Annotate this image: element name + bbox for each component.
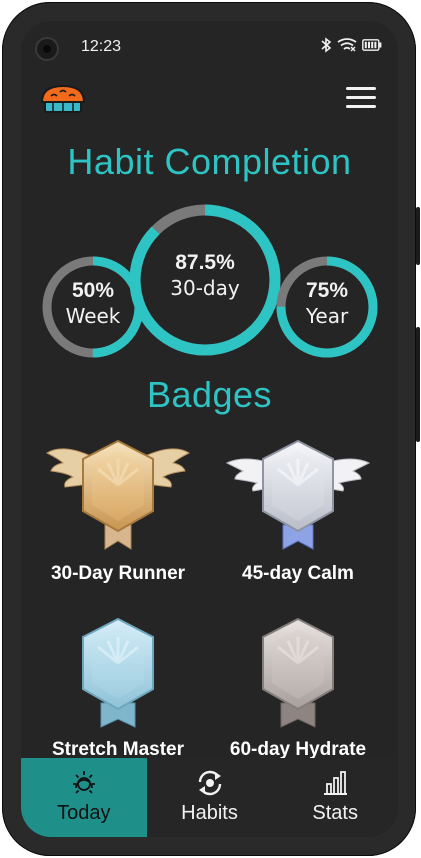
camera-icon	[35, 37, 59, 61]
tab-today[interactable]: Today	[21, 758, 147, 837]
tab-stats-label: Stats	[312, 802, 358, 824]
bar-chart-icon	[324, 771, 348, 795]
ring-year-percent: 75%	[305, 279, 349, 302]
badge-60-day-hydrate[interactable]: 60-day Hydrate	[213, 611, 383, 771]
pie-logo-icon[interactable]	[39, 81, 87, 117]
status-time: 12:23	[81, 38, 122, 55]
sun-icon	[72, 771, 95, 794]
tab-habits[interactable]: Habits	[147, 758, 273, 837]
ring-thirty-day[interactable]: 87.5% 30-day	[129, 203, 281, 357]
bluetooth-icon	[321, 37, 332, 53]
habit-completion-title: Habit Completion	[67, 141, 352, 182]
status-bar: 12:23	[21, 21, 398, 73]
battery-icon	[362, 39, 382, 51]
badge-30-day-runner[interactable]: 30-Day Runner	[33, 433, 203, 593]
hamburger-menu-icon[interactable]	[346, 87, 376, 111]
silver-winged-badge-icon	[225, 439, 371, 550]
tab-habits-label: Habits	[181, 802, 238, 824]
badges-title: Badges	[146, 374, 273, 415]
status-icons	[320, 37, 382, 53]
light-blue-badge-icon	[82, 617, 154, 728]
ring-year-period: Year	[305, 304, 349, 328]
badge-stretch-master[interactable]: Stretch Master	[33, 611, 203, 771]
app-header	[21, 81, 398, 121]
power-button	[416, 327, 420, 442]
tab-stats[interactable]: Stats	[272, 758, 398, 837]
wifi-icon	[337, 38, 357, 52]
badge-45-day-calm[interactable]: 45-day Calm	[213, 433, 383, 593]
habits-cycle-icon	[198, 770, 221, 796]
badge-name: 30-Day Runner	[50, 563, 186, 584]
gold-winged-badge-icon	[45, 439, 191, 550]
bottom-tab-bar: Today Habits Stats	[21, 758, 398, 837]
app-screen: 12:23 Habit Completion 50% Week 87.5% 30…	[21, 21, 398, 837]
gray-badge-icon	[262, 617, 334, 728]
volume-button	[416, 207, 420, 265]
badge-name: 45-day Calm	[242, 563, 354, 584]
ring-year[interactable]: 75% Year	[273, 253, 381, 361]
ring-thirty-day-period: 30-day	[170, 276, 240, 300]
tab-today-label: Today	[57, 802, 111, 824]
ring-thirty-day-percent: 87.5%	[175, 251, 235, 274]
